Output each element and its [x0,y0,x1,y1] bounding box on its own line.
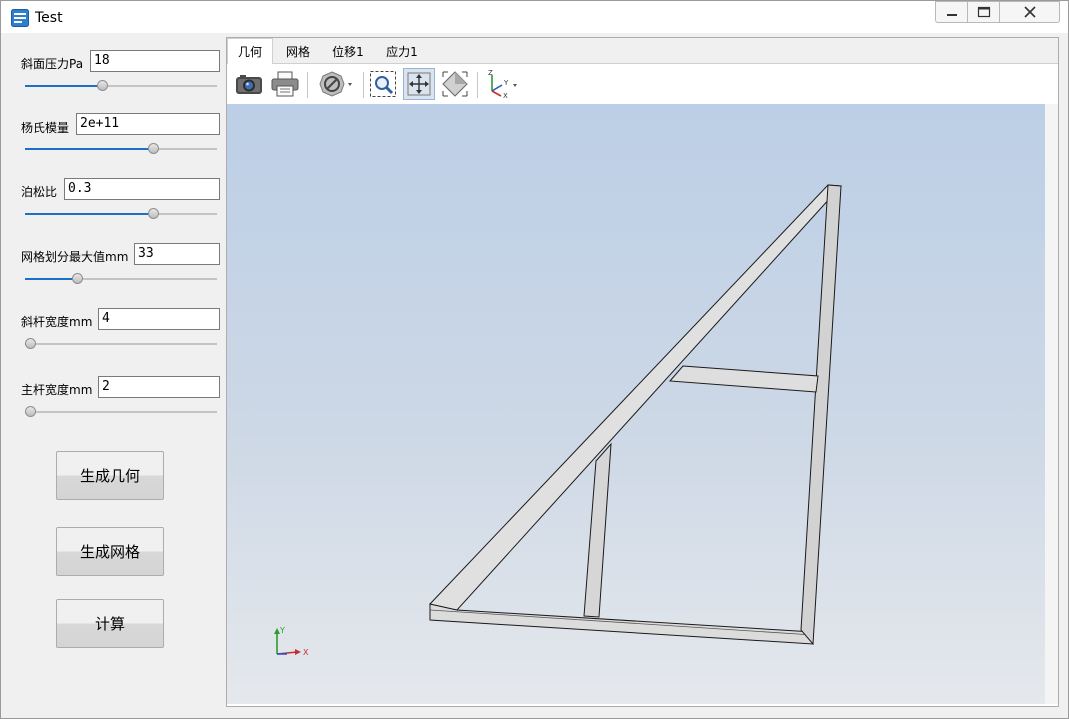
screenshot-button[interactable] [233,68,265,100]
generate-mesh-button[interactable]: 生成网格 [56,527,164,576]
slider-handle[interactable] [72,273,83,284]
youngs-modulus-input[interactable]: 2e+11 [76,113,220,135]
toolbar-separator [307,72,308,98]
pressure-slider[interactable] [25,80,217,92]
vertical-beam-right [800,184,842,646]
app-icon [11,9,29,27]
slider-handle[interactable] [97,80,108,91]
diagonal-width-label: 斜杆宽度mm [21,315,93,329]
fit-view-button[interactable] [403,68,435,100]
slider-fill [25,85,102,87]
close-icon [1023,6,1036,18]
3d-viewport[interactable]: Y X [227,104,1045,704]
mesh-max-slider[interactable] [25,273,217,285]
youngs-modulus-slider[interactable] [25,143,217,155]
slider-handle[interactable] [148,208,159,219]
diagonal-beam [429,184,843,611]
pressure-label: 斜面压力Pa [21,57,84,71]
close-button[interactable] [999,1,1060,23]
slider-handle[interactable] [25,406,36,417]
main-window: Test 斜面压力Pa 18 杨氏模量 2e+11 泊松比 0.3 网格划分最大… [0,0,1069,719]
window-title: Test [35,10,63,26]
slider-track [25,343,217,345]
cross-beam [668,365,819,393]
pressure-input[interactable]: 18 [90,50,220,72]
slider-fill [25,213,153,215]
axis-z-letter: Z [488,69,493,77]
vertical-beam-inner [583,442,612,618]
axes-orientation-button[interactable]: Z Y X [483,68,521,100]
axis-y-letter: Y [503,79,509,87]
toolbar-separator [477,72,478,98]
maximize-button[interactable] [967,1,1000,23]
poisson-ratio-slider[interactable] [25,208,217,220]
camera-icon [236,75,262,94]
view-panel: 几何 网格 位移1 应力1 Z Y X Y X [226,37,1059,707]
slider-track [25,411,217,413]
maximize-icon [977,6,990,18]
main-width-label: 主杆宽度mm [21,383,93,397]
fit-view-icon [407,72,431,96]
tab-displacement[interactable]: 位移1 [325,39,371,63]
parameter-panel: 斜面压力Pa 18 杨氏模量 2e+11 泊松比 0.3 网格划分最大值mm 3… [11,37,223,707]
poisson-ratio-input[interactable]: 0.3 [64,178,220,200]
compute-button[interactable]: 计算 [56,599,164,648]
slider-handle[interactable] [25,338,36,349]
slider-handle[interactable] [148,143,159,154]
print-button[interactable] [269,68,301,100]
main-width-input[interactable]: 2 [98,376,220,398]
tab-bar: 几何 网格 位移1 应力1 [227,38,1058,64]
zoom-box-button[interactable] [367,68,399,100]
iso-view-icon [442,71,468,97]
mesh-max-input[interactable]: 33 [134,243,220,265]
vertical-scrollbar[interactable] [1045,104,1058,704]
axis-triad: Y X [274,626,309,657]
axis-x-letter: X [503,92,508,99]
slider-fill [25,148,153,150]
tab-stress[interactable]: 应力1 [379,39,425,63]
slider-fill [25,278,77,280]
no-symbol-icon [319,71,352,97]
view-toolbar: Z Y X [227,64,1058,104]
print-icon [271,71,299,97]
diagonal-width-input[interactable]: 4 [98,308,220,330]
minimize-button[interactable] [935,1,968,23]
tab-geometry[interactable]: 几何 [227,38,273,64]
title-bar[interactable]: Test [1,1,1068,33]
toolbar-separator [363,72,364,98]
poisson-ratio-label: 泊松比 [21,185,58,199]
iso-view-button[interactable] [439,68,471,100]
tab-mesh[interactable]: 网格 [277,39,319,63]
youngs-modulus-label: 杨氏模量 [21,121,70,135]
triad-y-label: Y [279,626,285,635]
main-width-slider[interactable] [25,406,217,418]
visibility-dropdown-button[interactable] [317,68,357,100]
generate-geometry-button[interactable]: 生成几何 [56,451,164,500]
triad-x-label: X [303,648,309,657]
zoom-box-icon [370,71,396,97]
truss-model [429,184,843,646]
minimize-icon [946,14,957,16]
mesh-max-label: 网格划分最大值mm [21,250,129,264]
diagonal-width-slider[interactable] [25,338,217,350]
axes-orientation-icon: Z Y X [488,69,517,99]
bottom-beam [429,603,814,645]
